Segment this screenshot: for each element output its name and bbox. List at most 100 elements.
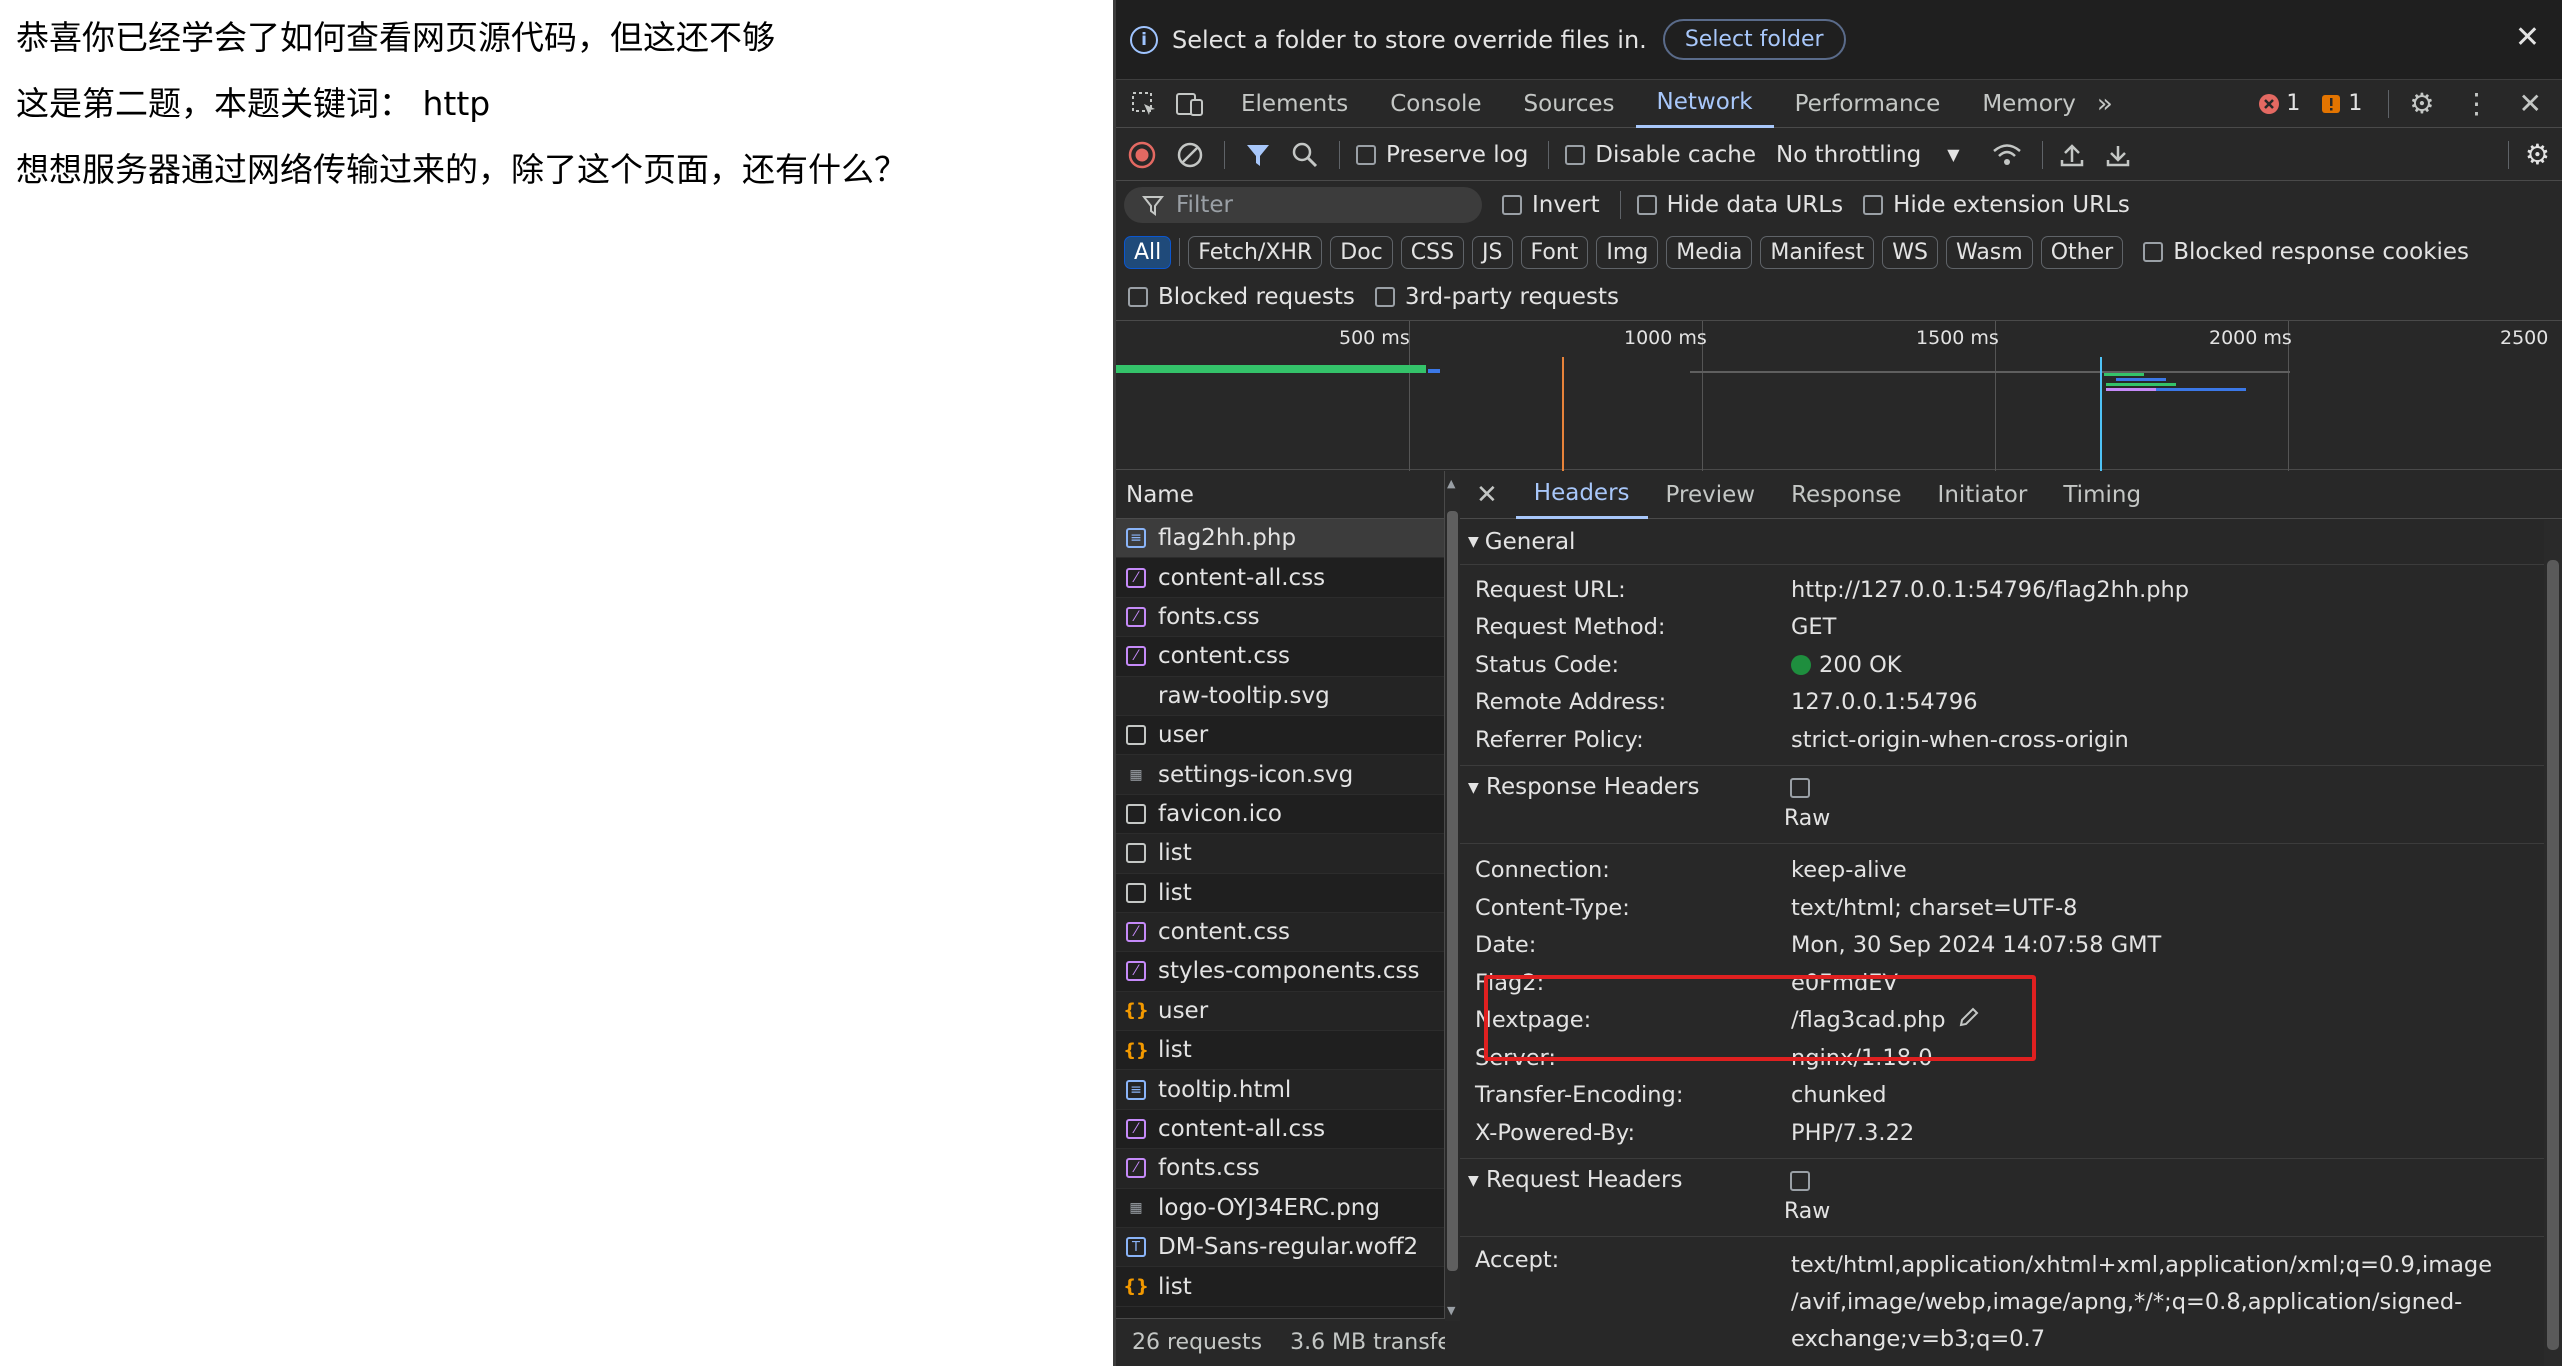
- request-row[interactable]: list: [1116, 834, 1444, 874]
- header-value[interactable]: text/html; charset=UTF-8: [1791, 895, 2077, 921]
- request-row[interactable]: ≡ tooltip.html: [1116, 1070, 1444, 1110]
- search-icon[interactable]: [1291, 141, 1319, 169]
- close-detail-icon[interactable]: ✕: [1476, 480, 1498, 510]
- warning-count[interactable]: 1: [2348, 91, 2362, 116]
- hide-data-urls-checkbox[interactable]: Hide data URLs: [1636, 192, 1843, 218]
- type-chip-fetch-xhr[interactable]: Fetch/XHR: [1188, 235, 1323, 269]
- header-value[interactable]: GET: [1791, 614, 1836, 640]
- request-row[interactable]: ⁄ content.css: [1116, 637, 1444, 677]
- header-value[interactable]: 127.0.0.1:54796: [1791, 689, 1978, 715]
- scroll-down-icon[interactable]: ▼: [1447, 1304, 1455, 1317]
- accept-value-line: text/html,application/xhtml+xml,applicat…: [1791, 1251, 2493, 1278]
- settings-gear-icon[interactable]: ⚙: [2409, 87, 2434, 120]
- type-chip-ws[interactable]: WS: [1882, 235, 1938, 269]
- close-devtools-icon[interactable]: ✕: [2519, 87, 2542, 120]
- request-row[interactable]: {} list: [1116, 1031, 1444, 1071]
- request-row[interactable]: ⁄ content.css: [1116, 912, 1444, 953]
- type-chip-img[interactable]: Img: [1596, 235, 1659, 269]
- invert-checkbox[interactable]: Invert: [1502, 192, 1600, 218]
- scroll-thumb[interactable]: [2547, 560, 2559, 1350]
- request-raw-checkbox[interactable]: [1790, 1170, 1810, 1191]
- type-chip-font[interactable]: Font: [1520, 235, 1589, 269]
- hide-extension-urls-checkbox[interactable]: Hide extension URLs: [1863, 192, 2130, 218]
- request-row[interactable]: ⁄ styles-components.css: [1116, 952, 1444, 992]
- tab-performance[interactable]: Performance: [1774, 80, 1962, 128]
- inspect-element-icon[interactable]: [1128, 90, 1160, 118]
- header-value[interactable]: text/html,application/xhtml+xml,applicat…: [1791, 1247, 2492, 1358]
- type-chip-media[interactable]: Media: [1666, 235, 1753, 269]
- header-value[interactable]: chunked: [1791, 1082, 1887, 1108]
- type-chip-other[interactable]: Other: [2040, 235, 2124, 269]
- request-row[interactable]: T DM-Sans-regular.woff2: [1116, 1228, 1444, 1268]
- request-row[interactable]: ⁄ content-all.css: [1116, 558, 1444, 598]
- scroll-thumb[interactable]: [1447, 511, 1458, 1271]
- blocked-response-cookies-checkbox[interactable]: Blocked response cookies: [2143, 239, 2469, 265]
- throttling-select[interactable]: No throttling ▼: [1776, 142, 1960, 168]
- request-row[interactable]: list: [1116, 874, 1444, 913]
- preserve-log-checkbox[interactable]: Preserve log: [1356, 142, 1528, 168]
- filter-icon[interactable]: [1245, 142, 1271, 168]
- select-folder-button[interactable]: Select folder: [1662, 19, 1846, 60]
- type-chip-css[interactable]: CSS: [1400, 235, 1465, 269]
- import-har-icon[interactable]: [2059, 142, 2085, 168]
- request-row[interactable]: {} user: [1116, 991, 1444, 1032]
- record-icon[interactable]: [1128, 141, 1156, 169]
- request-row[interactable]: ⁄ content-all.css: [1116, 1110, 1444, 1150]
- request-headers-title: Request Headers: [1486, 1166, 1683, 1193]
- tab-timing[interactable]: Timing: [2045, 471, 2159, 519]
- request-row[interactable]: ≡ flag2hh.php: [1116, 519, 1444, 559]
- close-icon[interactable]: ✕: [2515, 20, 2540, 55]
- device-toolbar-icon[interactable]: [1174, 90, 1206, 118]
- request-row[interactable]: ▦ settings-icon.svg: [1116, 755, 1444, 795]
- tab-initiator[interactable]: Initiator: [1920, 471, 2046, 519]
- third-party-checkbox[interactable]: 3rd-party requests: [1374, 284, 1619, 310]
- request-row[interactable]: ▦ logo-OYJ34ERC.png: [1116, 1189, 1444, 1229]
- request-row[interactable]: {} list: [1116, 1267, 1444, 1307]
- tab-sources[interactable]: Sources: [1503, 80, 1636, 128]
- request-headers-section-header[interactable]: ▼ Request Headers Raw: [1460, 1159, 2562, 1237]
- tab-response[interactable]: Response: [1773, 471, 1919, 519]
- general-section-header[interactable]: ▼ General: [1460, 519, 2562, 565]
- tab-memory[interactable]: Memory: [1961, 80, 2097, 128]
- clear-icon[interactable]: [1176, 141, 1204, 169]
- header-value[interactable]: 200 OK: [1819, 652, 1902, 678]
- name-column-header[interactable]: Name: [1116, 471, 1444, 519]
- response-raw-checkbox[interactable]: [1790, 777, 1810, 798]
- request-row[interactable]: raw-tooltip.svg: [1116, 676, 1444, 716]
- tab-network[interactable]: Network: [1635, 80, 1774, 128]
- header-value[interactable]: keep-alive: [1791, 857, 1907, 883]
- tab-preview[interactable]: Preview: [1648, 471, 1774, 519]
- network-conditions-icon[interactable]: [1992, 142, 2022, 168]
- export-har-icon[interactable]: [2105, 142, 2131, 168]
- request-row[interactable]: favicon.ico: [1116, 795, 1444, 835]
- warning-icon[interactable]: [2320, 93, 2342, 115]
- tab-headers[interactable]: Headers: [1515, 471, 1648, 519]
- requests-scrollbar[interactable]: ▲ ▼: [1445, 471, 1460, 1321]
- response-headers-section-header[interactable]: ▼ Response Headers Raw: [1460, 766, 2562, 844]
- tab-console[interactable]: Console: [1369, 80, 1502, 128]
- header-value[interactable]: PHP/7.3.22: [1791, 1120, 1914, 1146]
- disable-cache-checkbox[interactable]: Disable cache: [1565, 142, 1756, 168]
- network-overview[interactable]: 500 ms 1000 ms 1500 ms 2000 ms 2500: [1116, 320, 2562, 471]
- header-value[interactable]: strict-origin-when-cross-origin: [1791, 727, 2129, 753]
- type-chip-all[interactable]: All: [1124, 235, 1172, 269]
- error-icon[interactable]: [2258, 93, 2280, 115]
- scroll-up-icon[interactable]: ▲: [1447, 477, 1455, 490]
- more-tabs-icon[interactable]: »: [2097, 89, 2113, 119]
- header-value[interactable]: http://127.0.0.1:54796/flag2hh.php: [1791, 577, 2189, 603]
- header-value[interactable]: Mon, 30 Sep 2024 14:07:58 GMT: [1791, 932, 2161, 958]
- error-count[interactable]: 1: [2286, 91, 2300, 116]
- request-row[interactable]: ⁄ fonts.css: [1116, 597, 1444, 638]
- type-chip-js[interactable]: JS: [1472, 235, 1513, 269]
- filter-input[interactable]: Filter: [1124, 187, 1482, 223]
- detail-scrollbar[interactable]: [2544, 520, 2562, 1366]
- blocked-requests-checkbox[interactable]: Blocked requests: [1128, 284, 1355, 310]
- request-row[interactable]: user: [1116, 716, 1444, 756]
- request-row[interactable]: ⁄ fonts.css: [1116, 1149, 1444, 1189]
- more-options-icon[interactable]: ⋮: [2463, 87, 2491, 120]
- type-chip-manifest[interactable]: Manifest: [1760, 235, 1875, 269]
- tab-elements[interactable]: Elements: [1220, 80, 1369, 128]
- network-settings-icon[interactable]: ⚙: [2525, 138, 2550, 171]
- type-chip-doc[interactable]: Doc: [1330, 235, 1393, 269]
- type-chip-wasm[interactable]: Wasm: [1945, 235, 2033, 269]
